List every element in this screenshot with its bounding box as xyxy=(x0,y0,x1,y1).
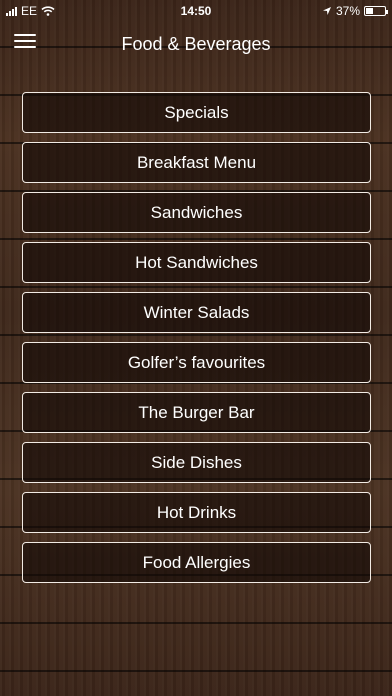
page-title: Food & Beverages xyxy=(121,34,271,54)
screen: { "status_bar": { "carrier": "EE", "time… xyxy=(0,0,392,696)
menu-item-sandwiches[interactable]: Sandwiches xyxy=(22,192,371,233)
menu-item-breakfast-menu[interactable]: Breakfast Menu xyxy=(22,142,371,183)
status-bar: EE 14:50 37% xyxy=(0,0,392,22)
menu-item-side-dishes[interactable]: Side Dishes xyxy=(22,442,371,483)
location-icon xyxy=(322,7,331,15)
status-right: 37% xyxy=(322,4,388,18)
menu-item-food-allergies[interactable]: Food Allergies xyxy=(22,542,371,583)
menu-item-specials[interactable]: Specials xyxy=(22,92,371,133)
menu-item-hot-sandwiches[interactable]: Hot Sandwiches xyxy=(22,242,371,283)
menu-item-golfers-favourites[interactable]: Golfer’s favourites xyxy=(22,342,371,383)
menu-list: Specials Breakfast Menu Sandwiches Hot S… xyxy=(22,92,371,592)
menu-item-hot-drinks[interactable]: Hot Drinks xyxy=(22,492,371,533)
menu-item-winter-salads[interactable]: Winter Salads xyxy=(22,292,371,333)
battery-percent: 37% xyxy=(335,4,360,18)
header: Food & Beverages xyxy=(0,22,392,66)
menu-item-burger-bar[interactable]: The Burger Bar xyxy=(22,392,371,433)
battery-fill xyxy=(366,8,373,14)
battery-icon xyxy=(364,6,388,16)
